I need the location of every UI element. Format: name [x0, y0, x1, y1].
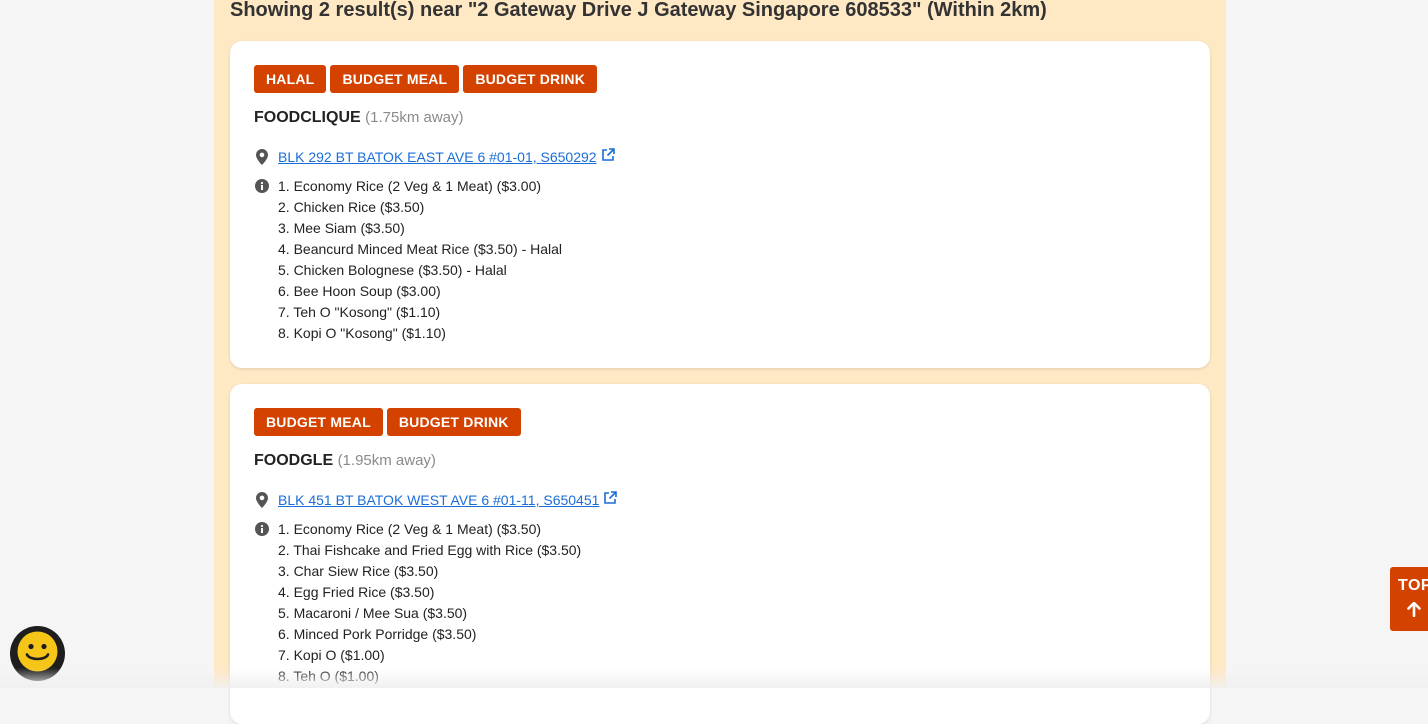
- menu-item: 5. Macaroni / Mee Sua ($3.50): [278, 605, 468, 621]
- stall-name: FOODCLIQUE: [254, 109, 361, 126]
- tag-budget-drink: BUDGET DRINK: [386, 408, 521, 436]
- back-to-top-button[interactable]: TOP: [1390, 567, 1428, 631]
- address-link[interactable]: BLK 292 BT BATOK EAST AVE 6 #01-01, S650…: [278, 147, 615, 167]
- info-circle-icon: [254, 176, 270, 196]
- stall-title: FOODCLIQUE (1.75km away): [254, 107, 464, 129]
- tag-list: HALAL BUDGET MEAL BUDGET DRINK: [254, 65, 598, 93]
- address-row: BLK 451 BT BATOK WEST AVE 6 #01-11, S650…: [254, 490, 618, 510]
- map-marker-icon: [254, 490, 270, 510]
- address-text: BLK 451 BT BATOK WEST AVE 6 #01-11, S650…: [278, 492, 600, 508]
- menu-item: 2. Chicken Rice ($3.50): [278, 199, 425, 215]
- tag-halal: HALAL: [254, 65, 327, 93]
- menu-row: 1. Economy Rice (2 Veg & 1 Meat) ($3.50)…: [254, 519, 581, 687]
- stall-card: HALAL BUDGET MEAL BUDGET DRINK FOODCLIQU…: [230, 41, 1210, 368]
- menu-item: 3. Char Siew Rice ($3.50): [278, 563, 439, 579]
- menu-item: 4. Beancurd Minced Meat Rice ($3.50) - H…: [278, 241, 563, 257]
- tag-budget-drink: BUDGET DRINK: [463, 65, 598, 93]
- menu-item: 5. Chicken Bolognese ($3.50) - Halal: [278, 262, 507, 278]
- stall-distance: (1.95km away): [337, 452, 436, 469]
- tag-budget-meal: BUDGET MEAL: [330, 65, 460, 93]
- top-label: TOP: [1398, 577, 1428, 594]
- menu-list: 1. Economy Rice (2 Veg & 1 Meat) ($3.50)…: [278, 519, 581, 687]
- address-text: BLK 292 BT BATOK EAST AVE 6 #01-01, S650…: [278, 149, 597, 165]
- stall-distance: (1.75km away): [365, 109, 464, 126]
- feedback-button[interactable]: [10, 626, 65, 681]
- address-link[interactable]: BLK 451 BT BATOK WEST AVE 6 #01-11, S650…: [278, 490, 618, 510]
- menu-item: 6. Minced Pork Porridge ($3.50): [278, 626, 477, 642]
- menu-item: 4. Egg Fried Rice ($3.50): [278, 584, 435, 600]
- results-heading: Showing 2 result(s) near "2 Gateway Driv…: [230, 0, 1047, 21]
- tag-budget-meal: BUDGET MEAL: [254, 408, 383, 436]
- menu-item: 3. Mee Siam ($3.50): [278, 220, 405, 236]
- address-row: BLK 292 BT BATOK EAST AVE 6 #01-01, S650…: [254, 147, 615, 167]
- tag-list: BUDGET MEAL BUDGET DRINK: [254, 408, 521, 436]
- stall-title: FOODGLE (1.95km away): [254, 450, 436, 472]
- results-column: Showing 2 result(s) near "2 Gateway Driv…: [214, 0, 1226, 724]
- external-link-icon: [601, 148, 615, 162]
- menu-item: 2. Thai Fishcake and Fried Egg with Rice…: [278, 542, 582, 558]
- external-link-icon: [603, 491, 618, 505]
- menu-item: 7. Teh O "Kosong" ($1.10): [278, 304, 441, 320]
- menu-item: 1. Economy Rice (2 Veg & 1 Meat) ($3.50): [278, 521, 542, 537]
- map-marker-icon: [254, 147, 270, 167]
- menu-item: 1. Economy Rice (2 Veg & 1 Meat) ($3.00): [278, 178, 542, 194]
- menu-item: 7. Kopi O ($1.00): [278, 647, 385, 663]
- stall-card: BUDGET MEAL BUDGET DRINK FOODGLE (1.95km…: [230, 384, 1210, 724]
- menu-row: 1. Economy Rice (2 Veg & 1 Meat) ($3.00)…: [254, 176, 562, 344]
- arrow-up-icon: [1407, 601, 1421, 622]
- menu-item: 6. Bee Hoon Soup ($3.00): [278, 283, 441, 299]
- stall-name: FOODGLE: [254, 452, 334, 469]
- menu-list: 1. Economy Rice (2 Veg & 1 Meat) ($3.00)…: [278, 176, 562, 344]
- menu-item: 8. Kopi O "Kosong" ($1.10): [278, 325, 446, 341]
- info-circle-icon: [254, 519, 270, 539]
- smiley-face-icon: [17, 631, 58, 677]
- menu-item: 8. Teh O ($1.00): [278, 668, 379, 684]
